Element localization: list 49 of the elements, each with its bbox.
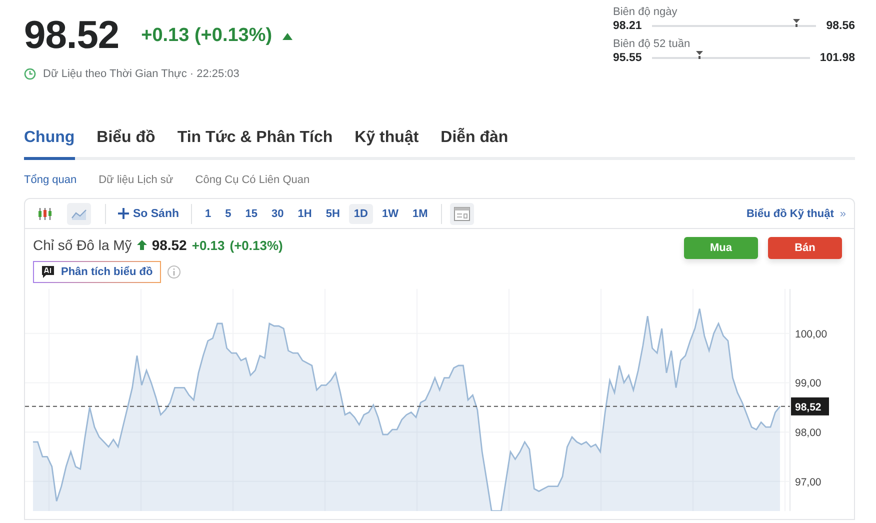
sub-tab[interactable]: Dữ liệu Lịch sử (98, 174, 174, 198)
instrument-price: 98.52 (152, 237, 187, 253)
axis-tick-label: 100,00 (795, 328, 828, 340)
layout-icon (454, 206, 470, 220)
interval-button[interactable]: 5 (220, 204, 236, 224)
compare-button[interactable]: So Sánh (114, 208, 184, 220)
price-value: 98.52 (24, 14, 120, 58)
range-low: 98.21 (613, 20, 642, 32)
range-label: Biên độ 52 tuần (613, 38, 692, 50)
interval-button[interactable]: 5H (320, 204, 345, 224)
axis-tick-label: 97,00 (795, 476, 822, 488)
sub-tab[interactable]: Tổng quan (24, 174, 77, 198)
nav-tab[interactable]: Biểu đồ (96, 129, 156, 160)
nav-tab[interactable]: Tin Tức & Phân Tích (177, 129, 333, 160)
price-change: +0.13 (+0.13%) (141, 25, 272, 47)
chart-analysis-button[interactable]: Phân tích biểu đồ (33, 261, 161, 283)
interval-button[interactable]: 30 (266, 204, 289, 224)
sub-tab[interactable]: Công Cụ Có Liên Quan (195, 174, 310, 198)
instrument-name: Chỉ số Đô la Mỹ (33, 237, 132, 253)
layout-button[interactable] (450, 202, 474, 224)
axis-tick-label: 98,00 (795, 427, 822, 440)
nav-tab[interactable]: Chung (24, 129, 75, 160)
info-icon[interactable] (166, 265, 181, 279)
sell-button[interactable]: Bán (768, 237, 842, 259)
plus-icon (118, 208, 129, 219)
interval-button[interactable]: 15 (240, 204, 263, 224)
range-low: 95.55 (613, 52, 642, 64)
realtime-label: Dữ Liệu theo Thời Gian Thực · 22:25:03 (43, 68, 240, 80)
interval-button[interactable]: 1 (200, 204, 216, 224)
current-price-label: 98,52 (791, 397, 829, 416)
technical-chart-link[interactable]: Biểu đồ Kỹ thuật » (746, 208, 846, 220)
clock-icon (24, 68, 36, 80)
instrument-change: +0.13 (192, 238, 225, 252)
interval-button[interactable]: 1M (407, 204, 433, 224)
instrument-change-percent: (+0.13%) (230, 238, 283, 252)
area-chart-button[interactable] (67, 202, 91, 224)
range-high: 98.56 (826, 20, 855, 32)
interval-button[interactable]: 1H (292, 204, 317, 224)
nav-tab[interactable]: Kỹ thuật (354, 129, 419, 160)
interval-button[interactable]: 1D (348, 204, 373, 224)
axis-tick-label: 99,00 (795, 378, 822, 390)
interval-button[interactable]: 1W (376, 204, 404, 224)
range-high: 101.98 (820, 52, 855, 64)
candlestick-icon (37, 206, 53, 220)
area-chart-icon (71, 206, 87, 220)
nav-tab[interactable]: Diễn đàn (440, 129, 508, 160)
ref-line-label: 98,52 (795, 401, 822, 414)
ai-chat-icon (41, 265, 55, 279)
range-label: Biên độ ngày (613, 6, 678, 18)
